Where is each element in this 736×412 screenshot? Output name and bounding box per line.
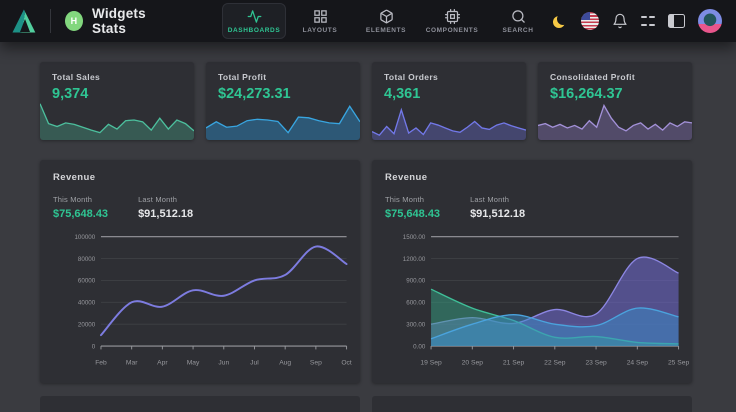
sidebar-toggle-icon[interactable] bbox=[668, 14, 685, 28]
svg-text:300.00: 300.00 bbox=[406, 321, 426, 328]
app-logo-icon[interactable] bbox=[12, 9, 36, 33]
stat-value: 4,361 bbox=[372, 82, 526, 102]
nav-item-layouts[interactable]: LAYOUTS bbox=[288, 3, 352, 39]
svg-text:Apr: Apr bbox=[157, 359, 168, 366]
search-icon bbox=[511, 9, 526, 24]
nav-label: SEARCH bbox=[502, 27, 533, 34]
apps-grid-icon[interactable] bbox=[641, 14, 655, 28]
layout-grid-icon bbox=[313, 9, 328, 24]
stat-value: 9,374 bbox=[40, 82, 194, 102]
user-avatar[interactable] bbox=[698, 9, 722, 33]
revenue-line-chart: 0 20000 40000 60000 80000 100000 Feb Mar Apr May J… bbox=[53, 226, 360, 374]
svg-text:Jul: Jul bbox=[250, 359, 259, 366]
stat-title: Total Sales bbox=[40, 62, 194, 82]
revenue-line-card: Revenue This Month $75,648.43 Last Month… bbox=[40, 160, 360, 383]
stat-value: $24,273.31 bbox=[206, 82, 360, 102]
this-month-value: $75,648.43 bbox=[385, 208, 440, 220]
nav-item-elements[interactable]: ELEMENTS bbox=[354, 3, 418, 39]
stat-title: Consolidated Profit bbox=[538, 62, 692, 82]
nav-label: COMPONENTS bbox=[426, 27, 479, 34]
svg-text:25 Sep: 25 Sep bbox=[668, 359, 690, 366]
last-month-value: $91,512.18 bbox=[138, 208, 193, 220]
box-icon bbox=[379, 9, 394, 24]
activity-icon bbox=[247, 9, 262, 24]
us-flag-icon[interactable] bbox=[581, 12, 599, 30]
bottom-cards-row bbox=[40, 396, 692, 412]
total-profit-card: Total Profit $24,273.31 bbox=[206, 62, 360, 140]
consolidated-sparkline-chart bbox=[538, 100, 692, 140]
top-navbar: H Widgets Stats DASHBOARDS LAYOUTS ELEME… bbox=[0, 0, 736, 42]
this-month-label: This Month bbox=[385, 195, 440, 204]
partial-card bbox=[372, 396, 692, 412]
svg-text:60000: 60000 bbox=[78, 278, 96, 285]
brand-divider bbox=[50, 9, 51, 33]
stat-value: $16,264.37 bbox=[538, 82, 692, 102]
page-title: Widgets Stats bbox=[92, 6, 176, 36]
svg-text:May: May bbox=[187, 359, 200, 366]
dark-mode-moon-icon[interactable] bbox=[550, 12, 568, 30]
svg-text:20 Sep: 20 Sep bbox=[462, 359, 484, 366]
svg-text:23 Sep: 23 Sep bbox=[585, 359, 607, 366]
svg-text:24 Sep: 24 Sep bbox=[627, 359, 649, 366]
notifications-bell-icon[interactable] bbox=[612, 13, 628, 29]
main-nav: DASHBOARDS LAYOUTS ELEMENTS COMPONENTS S… bbox=[222, 3, 550, 39]
workspace-avatar[interactable]: H bbox=[65, 11, 83, 31]
brand: H Widgets Stats bbox=[12, 6, 176, 36]
svg-text:40000: 40000 bbox=[78, 300, 96, 307]
revenue-area-card: Revenue This Month $75,648.43 Last Month… bbox=[372, 160, 692, 383]
svg-text:Oct: Oct bbox=[341, 359, 352, 366]
svg-text:19 Sep: 19 Sep bbox=[420, 359, 442, 366]
svg-text:0: 0 bbox=[92, 343, 96, 350]
svg-text:21 Sep: 21 Sep bbox=[503, 359, 525, 366]
total-orders-card: Total Orders 4,361 bbox=[372, 62, 526, 140]
nav-label: DASHBOARDS bbox=[228, 27, 281, 34]
svg-text:Mar: Mar bbox=[126, 359, 138, 366]
stat-title: Total Orders bbox=[372, 62, 526, 82]
svg-text:22 Sep: 22 Sep bbox=[544, 359, 566, 366]
svg-text:Jun: Jun bbox=[218, 359, 229, 366]
card-title: Revenue bbox=[385, 172, 692, 183]
svg-text:1200.00: 1200.00 bbox=[403, 256, 426, 263]
nav-item-components[interactable]: COMPONENTS bbox=[420, 3, 484, 39]
last-month-label: Last Month bbox=[470, 195, 525, 204]
svg-text:100000: 100000 bbox=[74, 234, 95, 241]
card-title: Revenue bbox=[53, 172, 360, 183]
nav-item-dashboards[interactable]: DASHBOARDS bbox=[222, 3, 286, 39]
nav-label: LAYOUTS bbox=[303, 27, 338, 34]
orders-sparkline-chart bbox=[372, 100, 526, 140]
profit-sparkline-chart bbox=[206, 100, 360, 140]
this-month-label: This Month bbox=[53, 195, 108, 204]
total-sales-card: Total Sales 9,374 bbox=[40, 62, 194, 140]
svg-text:20000: 20000 bbox=[78, 321, 96, 328]
partial-card bbox=[40, 396, 360, 412]
nav-item-search[interactable]: SEARCH bbox=[486, 3, 550, 39]
navbar-right bbox=[550, 9, 726, 33]
cpu-icon bbox=[445, 9, 460, 24]
svg-text:80000: 80000 bbox=[78, 256, 96, 263]
dashboard-content: Total Sales 9,374 Total Profit $24,273.3… bbox=[0, 42, 736, 412]
revenue-area-chart: 0.00 300.00 600.00 900.00 1200.00 1500.00 19 S… bbox=[385, 226, 692, 374]
stat-cards-row: Total Sales 9,374 Total Profit $24,273.3… bbox=[40, 62, 692, 140]
sales-sparkline-chart bbox=[40, 100, 194, 140]
this-month-value: $75,648.43 bbox=[53, 208, 108, 220]
svg-text:1500.00: 1500.00 bbox=[403, 234, 426, 241]
svg-text:600.00: 600.00 bbox=[406, 300, 426, 307]
nav-label: ELEMENTS bbox=[366, 27, 406, 34]
svg-text:900.00: 900.00 bbox=[406, 278, 426, 285]
svg-text:Aug: Aug bbox=[279, 359, 291, 366]
last-month-value: $91,512.18 bbox=[470, 208, 525, 220]
svg-text:0.00: 0.00 bbox=[413, 343, 426, 350]
revenue-cards-row: Revenue This Month $75,648.43 Last Month… bbox=[40, 160, 692, 383]
last-month-label: Last Month bbox=[138, 195, 193, 204]
stat-title: Total Profit bbox=[206, 62, 360, 82]
svg-text:Feb: Feb bbox=[95, 359, 107, 366]
consolidated-profit-card: Consolidated Profit $16,264.37 bbox=[538, 62, 692, 140]
svg-text:Sep: Sep bbox=[310, 359, 322, 366]
